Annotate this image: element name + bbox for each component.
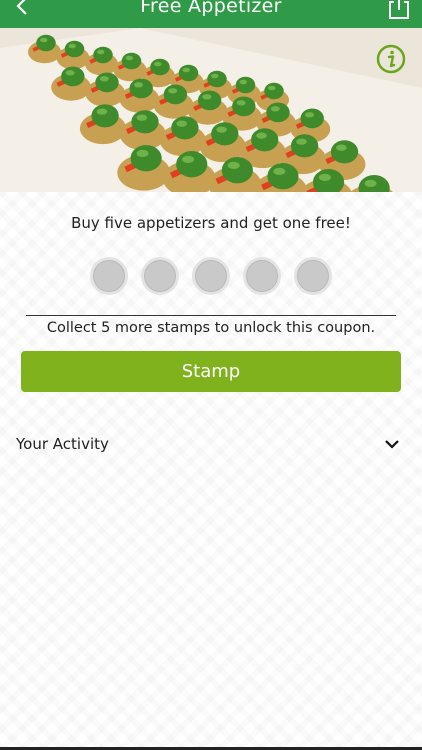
guacamole-topping bbox=[197, 90, 222, 111]
guacamole-topping bbox=[264, 82, 284, 100]
guacamole-topping bbox=[130, 145, 162, 172]
guacamole-topping bbox=[171, 116, 199, 140]
guacamole-topping bbox=[330, 140, 359, 164]
topping-highlight bbox=[97, 49, 105, 55]
stamp-tracker bbox=[0, 257, 422, 297]
stamp-slot bbox=[90, 257, 128, 295]
guacamole-topping bbox=[207, 70, 227, 88]
back-button[interactable] bbox=[12, 0, 32, 18]
topping-highlight bbox=[68, 43, 76, 49]
topping-highlight bbox=[268, 85, 276, 91]
share-icon bbox=[389, 0, 409, 19]
your-activity-toggle[interactable]: Your Activity bbox=[0, 426, 422, 462]
chevron-left-icon bbox=[16, 0, 27, 15]
topping-highlight bbox=[65, 70, 75, 76]
topping-highlight bbox=[40, 37, 48, 43]
guacamole-topping bbox=[221, 157, 253, 184]
topping-highlight bbox=[273, 167, 286, 175]
guacamole-topping bbox=[131, 110, 159, 134]
topping-highlight bbox=[125, 55, 133, 61]
topping-highlight bbox=[182, 155, 195, 163]
guacamole-topping bbox=[267, 163, 299, 190]
chevron-down-icon bbox=[385, 440, 399, 449]
topping-highlight bbox=[236, 100, 246, 106]
stamp-slot bbox=[243, 257, 281, 295]
topping-highlight bbox=[296, 138, 307, 145]
stamp-slot bbox=[294, 257, 332, 295]
topping-highlight bbox=[305, 112, 314, 118]
appetizer-photo bbox=[0, 28, 422, 192]
topping-highlight bbox=[216, 126, 227, 133]
guacamole-topping bbox=[232, 96, 256, 117]
topping-highlight bbox=[96, 108, 108, 115]
topping-highlight bbox=[227, 161, 240, 169]
guacamole-topping bbox=[290, 134, 319, 158]
share-button[interactable] bbox=[388, 0, 410, 20]
topping-highlight bbox=[182, 67, 190, 73]
divider bbox=[26, 315, 396, 316]
info-icon bbox=[376, 44, 406, 74]
topping-highlight bbox=[270, 106, 280, 112]
stamp-status-text: Collect 5 more stamps to unlock this cou… bbox=[46, 320, 376, 336]
guacamole-topping bbox=[150, 58, 170, 76]
your-activity-label: Your Activity bbox=[16, 435, 109, 453]
hero-image bbox=[0, 28, 422, 192]
topping-highlight bbox=[136, 114, 148, 121]
guacamole-topping bbox=[178, 64, 199, 82]
topping-highlight bbox=[318, 173, 331, 181]
guacamole-topping bbox=[93, 46, 113, 64]
promo-text: Buy five appetizers and get one free! bbox=[71, 214, 351, 232]
guacamole-topping bbox=[129, 78, 153, 99]
topping-highlight bbox=[364, 179, 377, 187]
guacamole-topping bbox=[266, 102, 290, 123]
stamp-button[interactable]: Stamp bbox=[21, 351, 401, 392]
guacamole-topping bbox=[64, 40, 85, 58]
page-title: Free Appetizer bbox=[140, 0, 282, 17]
topping-highlight bbox=[211, 73, 219, 79]
topping-highlight bbox=[99, 76, 109, 82]
guacamole-topping bbox=[251, 128, 279, 152]
topping-highlight bbox=[176, 120, 187, 127]
guacamole-topping bbox=[235, 76, 256, 94]
topping-highlight bbox=[239, 79, 247, 85]
guacamole-topping bbox=[176, 151, 208, 178]
guacamole-topping bbox=[91, 104, 119, 128]
stamp-slot bbox=[192, 257, 230, 295]
topping-highlight bbox=[134, 82, 143, 88]
guacamole-topping bbox=[61, 66, 85, 87]
nav-bar: Free Appetizer bbox=[0, 0, 422, 28]
info-button[interactable] bbox=[376, 44, 406, 74]
topping-highlight bbox=[136, 149, 149, 157]
topping-highlight bbox=[336, 144, 347, 151]
guacamole-topping bbox=[121, 52, 142, 70]
guacamole-topping bbox=[300, 108, 324, 129]
guacamole-topping bbox=[36, 34, 56, 52]
topping-highlight bbox=[154, 61, 162, 67]
topping-highlight bbox=[168, 88, 178, 94]
guacamole-topping bbox=[95, 72, 119, 93]
topping-highlight bbox=[202, 94, 212, 100]
guacamole-topping bbox=[163, 84, 188, 105]
stamp-slot bbox=[141, 257, 179, 295]
topping-highlight bbox=[256, 132, 267, 139]
guacamole-topping bbox=[211, 122, 239, 146]
